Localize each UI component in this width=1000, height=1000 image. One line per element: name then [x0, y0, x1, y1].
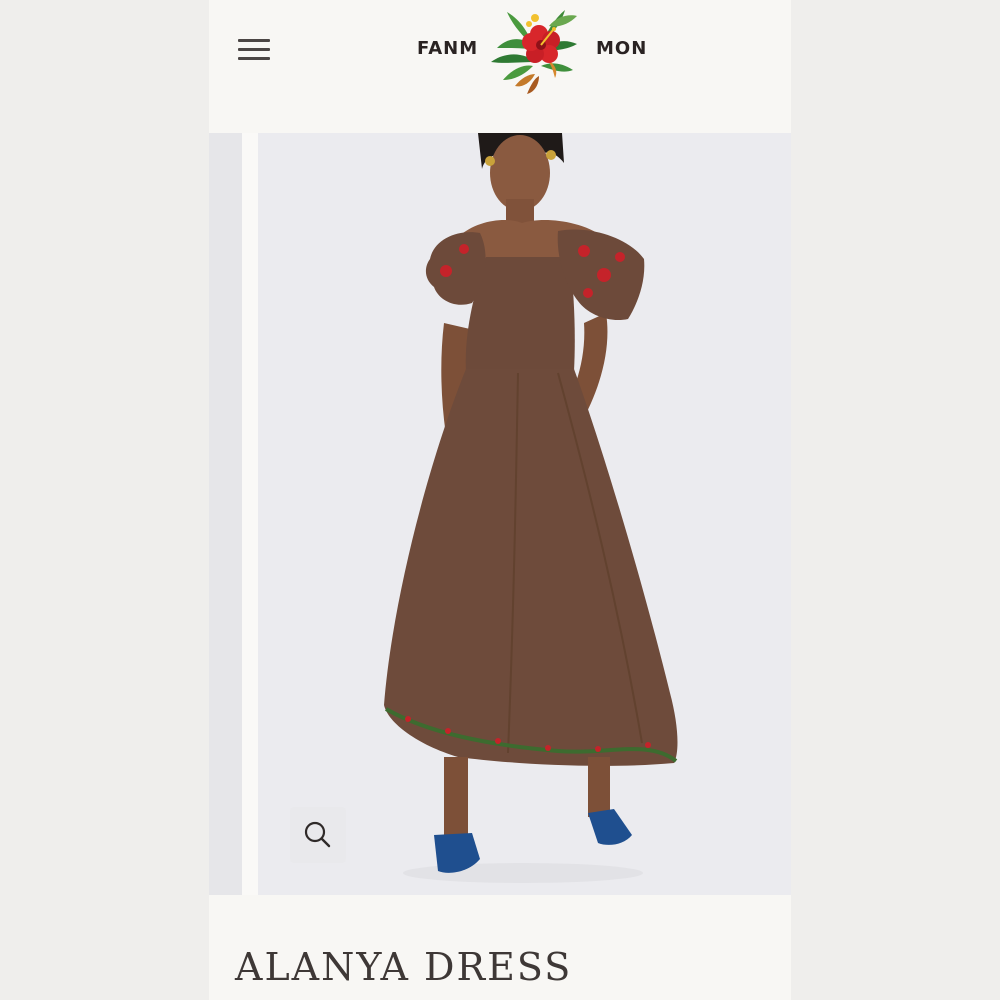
backdrop-right — [791, 0, 1000, 1000]
product-gallery[interactable] — [209, 133, 791, 895]
mobile-page: FANM MON ALANYA DRESS — [209, 0, 791, 1000]
hibiscus-logo-icon[interactable] — [477, 4, 589, 98]
brand-name-left[interactable]: FANM — [417, 38, 478, 59]
menu-line — [238, 57, 270, 60]
menu-line — [238, 48, 270, 51]
site-header: FANM MON — [209, 0, 791, 133]
slide-divider — [242, 133, 258, 895]
menu-line — [238, 39, 270, 42]
previous-slide-peek[interactable] — [209, 133, 242, 895]
brand-name-right[interactable]: MON — [596, 38, 647, 59]
product-title: ALANYA DRESS — [235, 945, 573, 989]
product-photo — [258, 133, 791, 895]
zoom-button[interactable] — [290, 807, 346, 863]
product-info: ALANYA DRESS — [209, 895, 791, 1000]
magnifier-icon — [304, 821, 331, 848]
product-image-slide[interactable] — [258, 133, 791, 895]
backdrop-left — [0, 0, 209, 1000]
hamburger-menu-icon[interactable] — [233, 36, 273, 68]
